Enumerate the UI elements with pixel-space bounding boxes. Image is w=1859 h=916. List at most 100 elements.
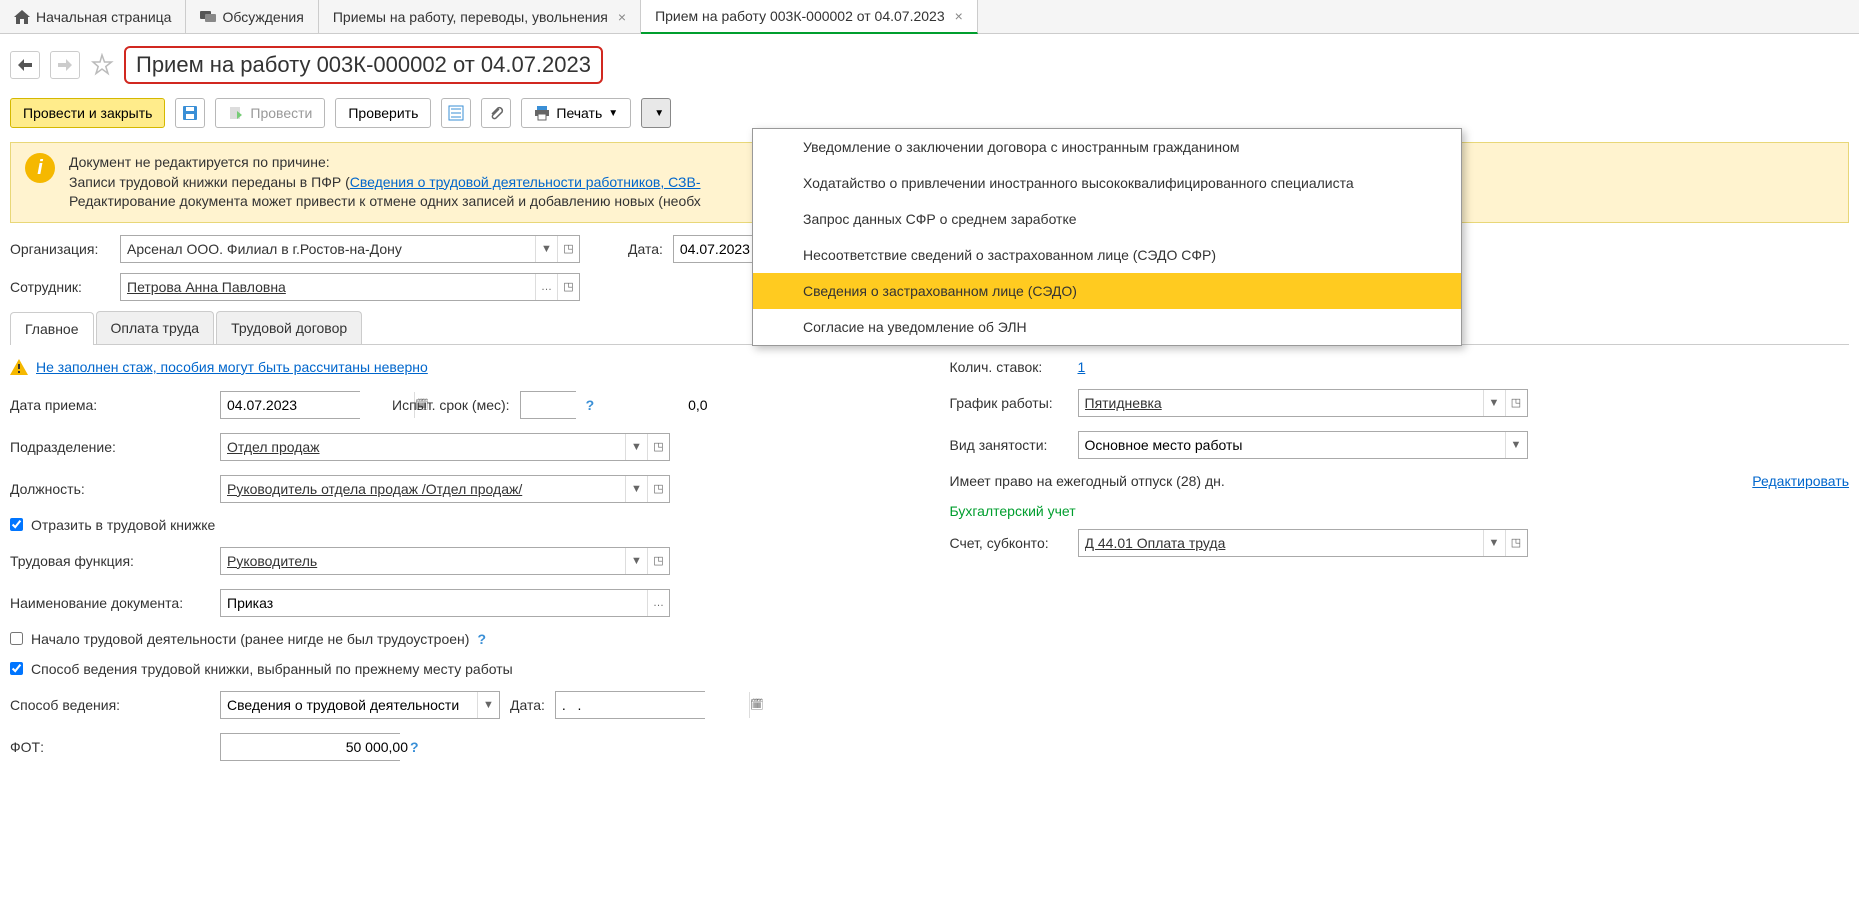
info-text: Документ не редактируется по причине: За… [69, 153, 701, 212]
open-ref-button[interactable]: ◳ [557, 236, 579, 262]
func-input[interactable] [221, 548, 625, 574]
tab-current[interactable]: Прием на работу 003К-000002 от 04.07.202… [641, 0, 978, 34]
menu-item-eln-consent[interactable]: Согласие на уведомление об ЭЛН [753, 309, 1461, 345]
menu-item-sfr-query[interactable]: Запрос данных СФР о среднем заработке [753, 201, 1461, 237]
method-date-label: Дата: [510, 697, 545, 713]
dropdown-toggle[interactable]: ▼ [1483, 530, 1505, 556]
check-button[interactable]: Проверить [335, 98, 431, 128]
list-button[interactable] [441, 98, 471, 128]
tab-discuss-label: Обсуждения [222, 9, 303, 25]
method-checkbox[interactable] [10, 662, 23, 675]
dropdown-toggle[interactable]: ▼ [625, 476, 647, 502]
tab-contract[interactable]: Трудовой договор [216, 311, 362, 344]
tab-home-label: Начальная страница [36, 9, 171, 25]
emptype-input[interactable] [1079, 432, 1505, 458]
chevron-down-icon: ▼ [608, 108, 618, 119]
docname-field[interactable]: … [220, 589, 670, 617]
picker-button[interactable]: … [647, 590, 669, 616]
dropdown-toggle[interactable]: ▼ [625, 434, 647, 460]
floppy-icon [182, 105, 198, 121]
dept-field[interactable]: ▼ ◳ [220, 433, 670, 461]
fot-input[interactable] [221, 734, 414, 760]
menu-item-insured-mismatch[interactable]: Несоответствие сведений о застрахованном… [753, 237, 1461, 273]
emptype-field[interactable]: ▼ [1078, 431, 1528, 459]
docname-label: Наименование документа: [10, 595, 210, 611]
schedule-input[interactable] [1079, 390, 1483, 416]
calendar-icon[interactable]: 🗓 [749, 692, 764, 718]
schedule-field[interactable]: ▼ ◳ [1078, 389, 1528, 417]
dropdown-toggle[interactable]: ▼ [477, 692, 499, 718]
func-field[interactable]: ▼ ◳ [220, 547, 670, 575]
print-button[interactable]: Печать ▼ [521, 98, 631, 128]
start-checkbox[interactable] [10, 632, 23, 645]
accounting-heading: Бухгалтерский учет [950, 503, 1850, 519]
pfr-link[interactable]: Сведения о трудовой деятельности работни… [350, 174, 701, 190]
tab-hires[interactable]: Приемы на работу, переводы, увольнения × [319, 0, 641, 33]
workbook-label: Отразить в трудовой книжке [31, 517, 215, 533]
close-icon[interactable]: × [955, 8, 963, 24]
help-icon[interactable]: ? [410, 739, 419, 755]
org-input[interactable] [121, 236, 535, 262]
menu-item-foreign-contract[interactable]: Уведомление о заключении договора с инос… [753, 129, 1461, 165]
save-button[interactable] [175, 98, 205, 128]
nav-back-button[interactable] [10, 51, 40, 79]
open-ref-button[interactable]: ◳ [1505, 530, 1527, 556]
close-icon[interactable]: × [618, 9, 626, 25]
method-cb-label: Способ ведения трудовой книжки, выбранны… [31, 661, 513, 677]
dropdown-toggle[interactable]: ▼ [1483, 390, 1505, 416]
paperclip-icon [488, 105, 504, 121]
account-field[interactable]: ▼ ◳ [1078, 529, 1528, 557]
rates-link[interactable]: 1 [1078, 359, 1086, 375]
open-ref-button[interactable]: ◳ [647, 476, 669, 502]
tab-discuss[interactable]: Обсуждения [186, 0, 318, 33]
date-label: Дата: [628, 241, 663, 257]
menu-item-insured-sedo[interactable]: Сведения о застрахованном лице (СЭДО) [753, 273, 1461, 309]
method-date-input[interactable] [556, 692, 749, 718]
emp-field[interactable]: … ◳ [120, 273, 580, 301]
emptype-label: Вид занятости: [950, 437, 1068, 453]
trial-input[interactable] [521, 392, 714, 418]
chat-icon [200, 10, 216, 24]
method-field[interactable]: ▼ [220, 691, 500, 719]
post-button[interactable]: Провести [215, 98, 325, 128]
home-icon [14, 10, 30, 24]
workbook-checkbox[interactable] [10, 518, 23, 531]
account-input[interactable] [1079, 530, 1483, 556]
org-field[interactable]: ▼ ◳ [120, 235, 580, 263]
open-ref-button[interactable]: ◳ [557, 274, 579, 300]
hire-date-field[interactable]: 🗓 [220, 391, 360, 419]
pos-field[interactable]: ▼ ◳ [220, 475, 670, 503]
main-content: Не заполнен стаж, пособия могут быть рас… [0, 345, 1859, 789]
dept-input[interactable] [221, 434, 625, 460]
tab-pay[interactable]: Оплата труда [96, 311, 215, 344]
fot-field[interactable] [220, 733, 400, 761]
tab-home[interactable]: Начальная страница [0, 0, 186, 33]
tab-main[interactable]: Главное [10, 312, 94, 345]
star-icon[interactable] [90, 53, 114, 77]
warning-link[interactable]: Не заполнен стаж, пособия могут быть рас… [36, 359, 428, 375]
create-based-on-button[interactable]: ▼ [641, 98, 671, 128]
menu-item-foreign-specialist[interactable]: Ходатайство о привлечении иностранного в… [753, 165, 1461, 201]
emp-input[interactable] [121, 274, 535, 300]
open-ref-button[interactable]: ◳ [647, 434, 669, 460]
pos-label: Должность: [10, 481, 210, 497]
dropdown-toggle[interactable]: ▼ [625, 548, 647, 574]
help-icon[interactable]: ? [477, 631, 486, 647]
picker-button[interactable]: … [535, 274, 557, 300]
open-ref-button[interactable]: ◳ [1505, 390, 1527, 416]
post-and-close-button[interactable]: Провести и закрыть [10, 98, 165, 128]
help-icon[interactable]: ? [586, 397, 595, 413]
edit-link[interactable]: Редактировать [1752, 473, 1849, 489]
open-ref-button[interactable]: ◳ [647, 548, 669, 574]
nav-forward-button[interactable] [50, 51, 80, 79]
method-input[interactable] [221, 692, 477, 718]
trial-field[interactable] [520, 391, 576, 419]
docname-input[interactable] [221, 590, 647, 616]
attach-button[interactable] [481, 98, 511, 128]
dropdown-toggle[interactable]: ▼ [535, 236, 557, 262]
dropdown-toggle[interactable]: ▼ [1505, 432, 1527, 458]
method-label: Способ ведения: [10, 697, 210, 713]
pos-input[interactable] [221, 476, 625, 502]
method-date-field[interactable]: 🗓 [555, 691, 705, 719]
hire-date-input[interactable] [221, 392, 414, 418]
